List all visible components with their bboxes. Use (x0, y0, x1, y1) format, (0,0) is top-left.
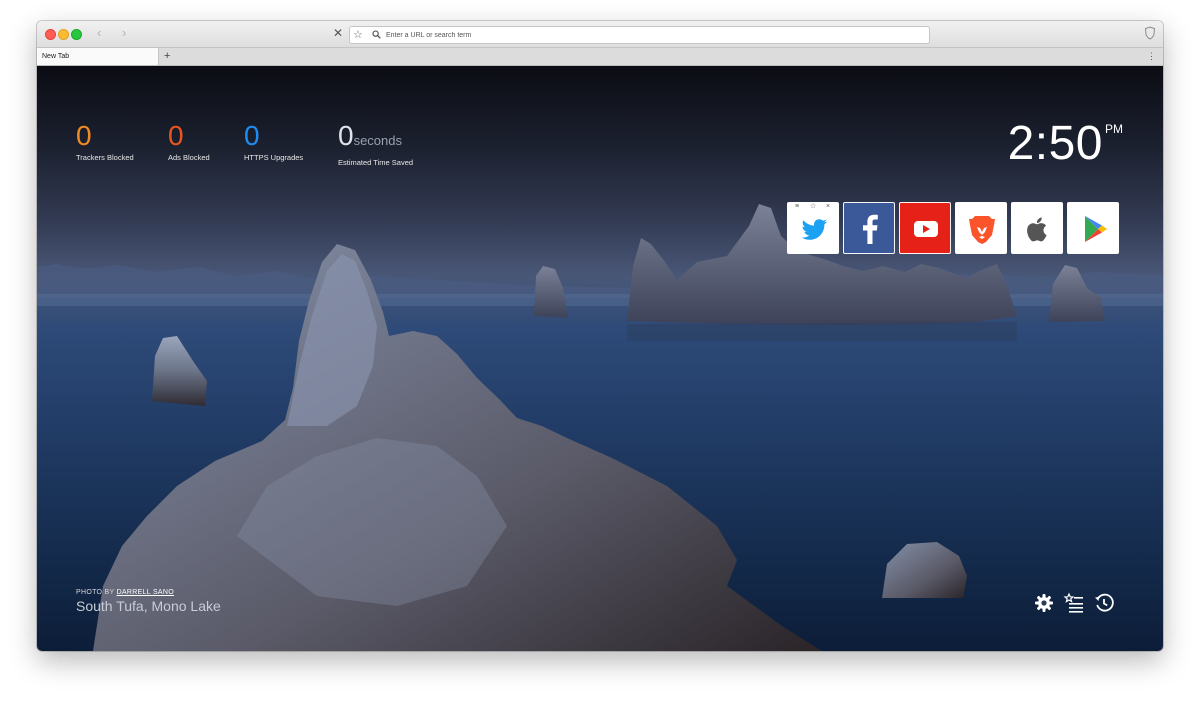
trackers-blocked-label: Trackers Blocked (76, 153, 134, 162)
tab-menu-icon[interactable]: ⋮ (1147, 50, 1156, 62)
top-site-google-play[interactable] (1067, 202, 1119, 254)
photographer-link[interactable]: DARRELL SANO (117, 589, 174, 596)
clock-ampm: PM (1105, 122, 1123, 136)
stat-https-upgrades: 0 HTTPS Upgrades (244, 120, 304, 163)
clock-time: 2:50 (1007, 117, 1103, 170)
pin-star-icon[interactable]: ☆ (810, 203, 816, 211)
tab-label: New Tab (42, 53, 70, 60)
photo-credit-prefix: PHOTO BY (76, 589, 115, 596)
stat-time-saved: 0seconds Estimated Time Saved (338, 121, 414, 168)
brave-shield-icon[interactable] (1144, 26, 1156, 40)
facebook-icon (863, 214, 878, 244)
bookmarks-icon[interactable] (1063, 592, 1085, 614)
google-play-icon (1085, 216, 1107, 242)
new-tab-button[interactable]: + (164, 50, 170, 62)
brave-lion-icon (969, 216, 995, 244)
clock: 2:50 PM (1008, 116, 1123, 171)
footer-actions (1033, 592, 1123, 614)
trackers-blocked-count: 0 (76, 120, 92, 151)
close-window-button[interactable] (45, 29, 56, 40)
https-upgrades-count: 0 (244, 120, 260, 151)
new-tab-page: 0 Trackers Blocked 0 Ads Blocked 0 HTTPS… (37, 66, 1163, 651)
stat-trackers-blocked: 0 Trackers Blocked (76, 120, 134, 163)
bookmark-star-icon[interactable]: ☆ (353, 27, 363, 43)
top-site-facebook[interactable] (843, 202, 895, 254)
time-saved-label: Estimated Time Saved (338, 158, 414, 167)
stat-ads-blocked: 0 Ads Blocked (168, 120, 210, 163)
tile-controls: ≡ ☆ × (788, 203, 838, 212)
https-upgrades-label: HTTPS Upgrades (244, 153, 304, 162)
photo-location: South Tufa, Mono Lake (76, 598, 221, 614)
drag-handle-icon[interactable]: ≡ (795, 203, 799, 211)
history-clock-icon[interactable] (1093, 592, 1115, 614)
tab-new-tab[interactable]: New Tab (37, 48, 159, 65)
url-bar[interactable]: ☆ (349, 26, 930, 44)
title-bar: ‹ › ✕ ☆ (37, 21, 1163, 48)
tab-strip: New Tab + ⋮ (37, 48, 1163, 66)
settings-gear-icon[interactable] (1033, 592, 1055, 614)
photo-credit-line: PHOTO BY DARRELL SANO (76, 589, 221, 596)
browser-window: ‹ › ✕ ☆ New Tab + ⋮ (37, 21, 1163, 651)
forward-arrow-icon[interactable]: › (122, 26, 126, 40)
time-saved-unit: seconds (353, 133, 402, 148)
top-site-brave[interactable] (955, 202, 1007, 254)
minimize-window-button[interactable] (58, 29, 69, 40)
top-site-twitter[interactable]: ≡ ☆ × (787, 202, 839, 254)
search-icon (372, 30, 381, 39)
remove-tile-icon[interactable]: × (826, 203, 830, 211)
youtube-icon (914, 221, 938, 237)
url-input[interactable] (386, 27, 886, 43)
stop-loading-icon[interactable]: ✕ (333, 27, 343, 40)
apple-icon (1027, 217, 1047, 242)
time-saved-value: 0seconds (338, 121, 413, 156)
top-site-apple[interactable] (1011, 202, 1063, 254)
photo-credit: PHOTO BY DARRELL SANO South Tufa, Mono L… (76, 589, 221, 614)
back-arrow-icon[interactable]: ‹ (97, 26, 101, 40)
top-site-youtube[interactable] (899, 202, 951, 254)
time-saved-number: 0 (338, 120, 354, 151)
maximize-window-button[interactable] (71, 29, 82, 40)
ads-blocked-count: 0 (168, 120, 184, 151)
ads-blocked-label: Ads Blocked (168, 153, 210, 162)
